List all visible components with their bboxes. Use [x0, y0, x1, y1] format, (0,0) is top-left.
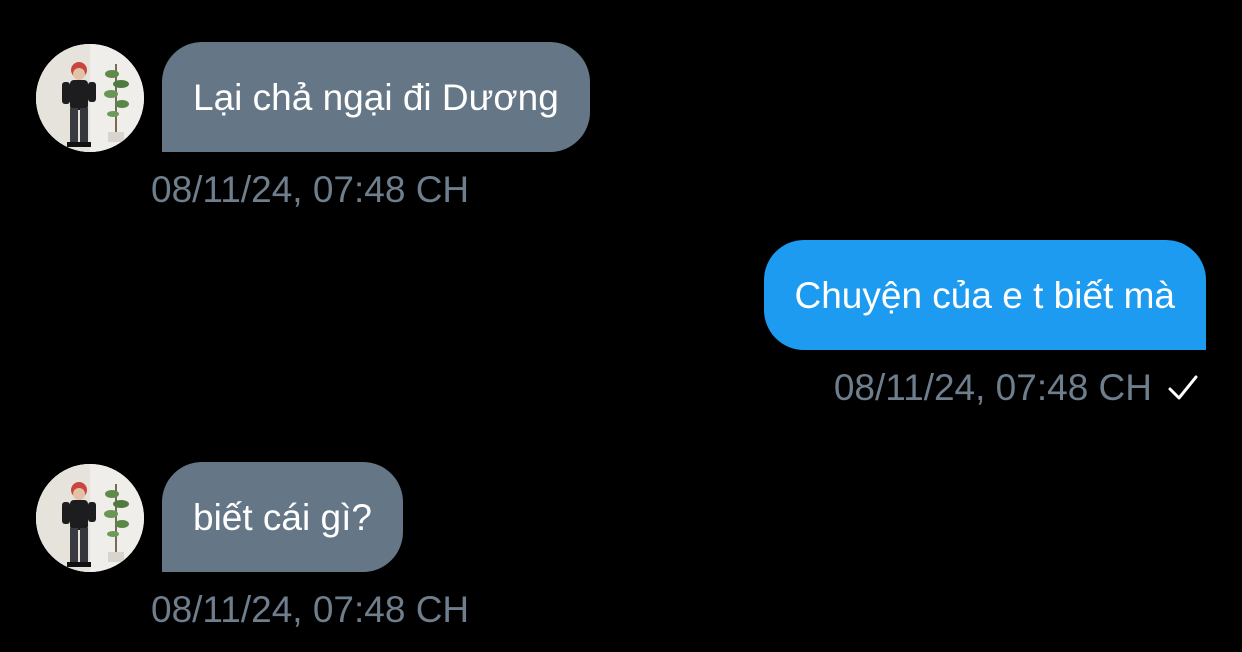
message-bubble-outgoing[interactable]: Chuyện của e t biết mà: [763, 240, 1206, 350]
message-timestamp: 08/11/24, 07:48 CH: [151, 169, 470, 210]
message-bubble-incoming[interactable]: biết cái gì?: [162, 462, 403, 572]
message-bubble-incoming[interactable]: Lại chả ngại đi Dương: [162, 42, 590, 152]
avatar[interactable]: [36, 44, 144, 152]
message-timestamp: 08/11/24, 07:48 CH: [151, 589, 470, 630]
user-avatar-icon: [36, 44, 144, 152]
check-icon: [1168, 375, 1198, 399]
message-meta: 08/11/24, 07:48 CH: [834, 369, 1200, 406]
message-text: Lại chả ngại đi Dương: [193, 76, 559, 118]
message-text: Chuyện của e t biết mà: [794, 274, 1176, 316]
user-avatar-icon: [36, 464, 144, 572]
avatar[interactable]: [36, 464, 144, 572]
message-text: biết cái gì?: [193, 496, 372, 538]
message-timestamp: 08/11/24, 07:48 CH: [833, 367, 1152, 408]
